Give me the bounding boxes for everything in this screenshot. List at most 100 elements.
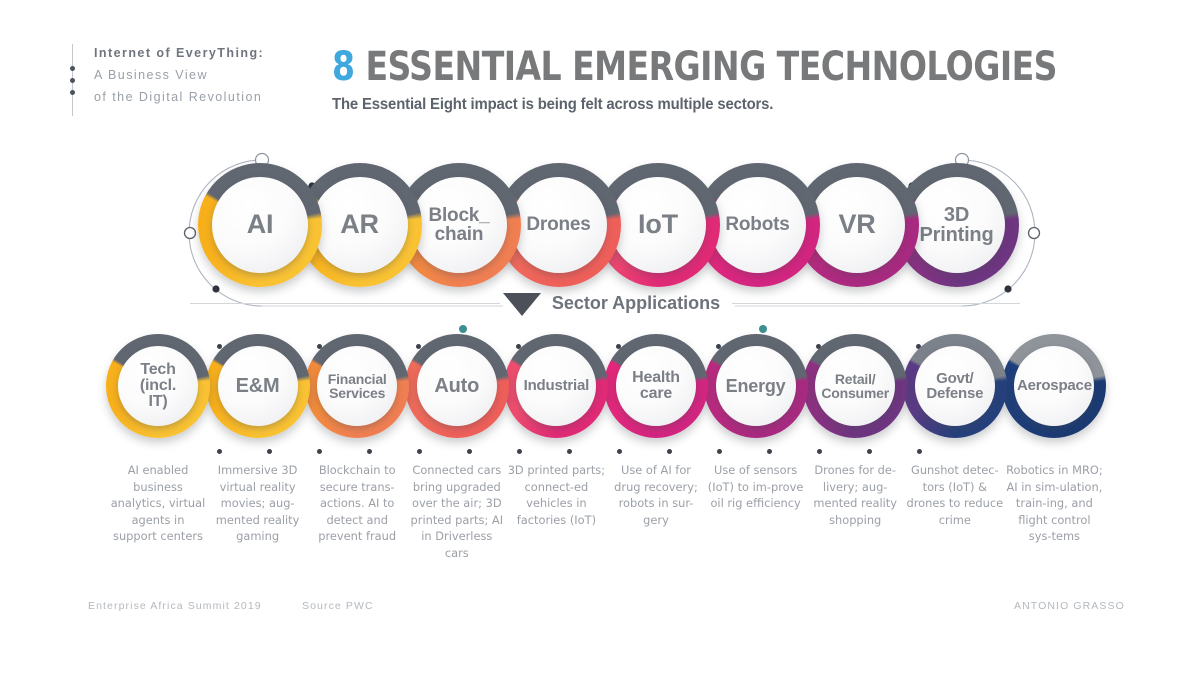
sector-circle-label: Tech (incl. IT) bbox=[139, 360, 177, 411]
sector-circle-2[interactable]: E&M bbox=[205, 334, 310, 438]
ring-center: Govt/Defense bbox=[914, 346, 995, 426]
divider-line-left bbox=[190, 303, 500, 304]
page-header: Internet of EveryThing: A Business View … bbox=[0, 0, 1200, 130]
brand-bullet-dot bbox=[69, 90, 75, 95]
sector-circle-7[interactable]: Energy bbox=[703, 334, 808, 438]
divider-line-right bbox=[732, 303, 1020, 304]
ring-center: Tech (incl. IT) bbox=[118, 346, 198, 426]
sector-circle-label: Auto bbox=[434, 374, 480, 397]
brand-subtitle-1: A Business View bbox=[94, 68, 208, 82]
sector-circle-label: Financial Services bbox=[327, 370, 387, 401]
sector-caption-8: Drones for de-livery; aug-mented reality… bbox=[813, 463, 897, 527]
sector-caption-4: Connected cars bring upgraded over the a… bbox=[410, 463, 504, 560]
ring-center: Auto bbox=[416, 346, 497, 426]
sector-caption-9: Gunshot detec-tors (IoT) & drones to red… bbox=[906, 463, 1004, 527]
ring-arc: Aerospace bbox=[1002, 334, 1107, 438]
ring-center: IoT bbox=[610, 177, 706, 273]
tick-dot-marker bbox=[467, 449, 472, 454]
ring-center: Robots bbox=[709, 177, 806, 273]
ring-center: Retail/Consumer bbox=[815, 346, 896, 426]
tick-dot-marker bbox=[267, 449, 272, 454]
ring-center: VR bbox=[809, 177, 905, 273]
ring-arc: Auto bbox=[404, 334, 509, 438]
tick-dot-marker bbox=[367, 449, 372, 454]
brand-lines: Internet of EveryThing: A Business View … bbox=[94, 42, 324, 108]
sector-caption-7: Use of sensors (IoT) to im-prove oil rig… bbox=[707, 463, 804, 511]
ring-arc: Govt/Defense bbox=[902, 334, 1007, 438]
page-footer: Enterprise Africa Summit 2019 Source PWC… bbox=[0, 600, 1200, 630]
sector-circle-10[interactable]: Aerospace bbox=[1002, 334, 1107, 438]
ring-arc: Financial Services bbox=[305, 334, 410, 438]
sector-circle-label: Govt/Defense bbox=[926, 369, 984, 402]
sector-applications-divider: Sector Applications bbox=[0, 291, 1200, 317]
tick-dot-marker bbox=[617, 449, 622, 454]
sector-circle-6[interactable]: Health care bbox=[604, 334, 708, 438]
tick-dot-marker bbox=[717, 449, 722, 454]
technology-circle-row: AI AR Block_ chain Drones IoT Robots VR 3D Printi… bbox=[0, 163, 1200, 303]
sector-circle-label: Retail/Consumer bbox=[821, 370, 889, 401]
footer-source: Source PWC bbox=[302, 600, 374, 612]
ring-center: AI bbox=[212, 177, 308, 273]
tick-dot-marker bbox=[917, 449, 922, 454]
sector-caption-5: 3D printed parts; connect-ed vehicles in… bbox=[507, 463, 606, 527]
brand-title: Internet of EveryThing: bbox=[94, 46, 265, 60]
brand-bullet-dot bbox=[69, 78, 75, 83]
tech-circle-label: AR bbox=[340, 209, 379, 240]
tick-dot-marker bbox=[817, 449, 822, 454]
ring-arc: Industrial bbox=[504, 334, 609, 438]
ring-center: AR bbox=[311, 177, 408, 273]
sector-circle-row: Tech (incl. IT) E&M Financial Services Auto Ind… bbox=[0, 334, 1200, 454]
tick-dot-marker bbox=[867, 449, 872, 454]
page-title: 8 ESSENTIAL EMERGING TECHNOLOGIES bbox=[332, 44, 1058, 90]
title-text: ESSENTIAL EMERGING TECHNOLOGIES bbox=[365, 44, 1057, 90]
sector-circle-8[interactable]: Retail/Consumer bbox=[803, 334, 908, 438]
sector-circle-label: Industrial bbox=[523, 377, 590, 395]
sector-circle-label: Aerospace bbox=[1016, 377, 1092, 395]
sector-circle-4[interactable]: Auto bbox=[404, 334, 509, 438]
tech-circle-label: IoT bbox=[638, 209, 678, 240]
sector-caption-6: Use of AI for drug recovery; robots in s… bbox=[614, 463, 698, 527]
ring-center: Drones bbox=[510, 177, 607, 273]
footer-author: ANTONIO GRASSO bbox=[1014, 600, 1125, 612]
title-block: 8 ESSENTIAL EMERGING TECHNOLOGIES The Es… bbox=[332, 44, 1120, 114]
tech-circle-label: AI bbox=[246, 209, 274, 240]
brand-bullet-dot bbox=[69, 66, 75, 71]
tick-dot-marker bbox=[567, 449, 572, 454]
tick-dot-marker bbox=[217, 449, 222, 454]
sector-caption-2: Immersive 3D virtual reality movies; aug… bbox=[215, 463, 300, 544]
sector-circle-5[interactable]: Industrial bbox=[504, 334, 609, 438]
sector-circle-9[interactable]: Govt/Defense bbox=[902, 334, 1007, 438]
sector-caption-3: Blockchain to secure trans-actions. AI t… bbox=[318, 463, 397, 544]
footer-event: Enterprise Africa Summit 2019 bbox=[88, 600, 262, 612]
ring-center: Health care bbox=[616, 346, 696, 426]
sector-circle-1[interactable]: Tech (incl. IT) bbox=[106, 334, 210, 438]
sector-caption-1: AI enabled business analytics, virtual a… bbox=[110, 463, 206, 544]
tick-dot-marker bbox=[767, 449, 772, 454]
brand-subtitle-2: of the Digital Revolution bbox=[94, 90, 263, 104]
ring-arc: E&M bbox=[205, 334, 310, 438]
sector-caption-10: Robotics in MRO; AI in sim-ulation, trai… bbox=[1006, 463, 1103, 544]
sector-circle-label: Energy bbox=[725, 375, 786, 396]
tick-teal-dot-marker bbox=[759, 325, 767, 333]
ring-arc: Tech (incl. IT) bbox=[106, 334, 210, 438]
tech-circle-label: VR bbox=[838, 209, 876, 240]
divider-label: Sector Applications bbox=[551, 293, 721, 313]
sector-circle-label: Health care bbox=[632, 368, 680, 402]
ring-arc: Health care bbox=[604, 334, 708, 438]
ring-center: Block_ chain bbox=[411, 177, 507, 273]
ring-center: Financial Services bbox=[317, 346, 398, 426]
sector-circle-3[interactable]: Financial Services bbox=[305, 334, 410, 438]
ring-arc: Energy bbox=[703, 334, 808, 438]
sector-captions: AI enabled business analytics, virtual a… bbox=[0, 462, 1200, 582]
page-subtitle: The Essential Eight impact is being felt… bbox=[332, 96, 774, 113]
title-number: 8 bbox=[332, 44, 355, 90]
ring-center: Aerospace bbox=[1014, 346, 1095, 426]
ring-center: Energy bbox=[715, 346, 796, 426]
ring-arc: Retail/Consumer bbox=[803, 334, 908, 438]
tech-circle-label: Robots bbox=[725, 214, 790, 236]
tick-dot-marker bbox=[517, 449, 522, 454]
tech-circle-1[interactable]: AI bbox=[198, 163, 322, 287]
tick-dot-marker bbox=[417, 449, 422, 454]
ring-arc: AI bbox=[198, 163, 322, 287]
tick-dot-marker bbox=[667, 449, 672, 454]
